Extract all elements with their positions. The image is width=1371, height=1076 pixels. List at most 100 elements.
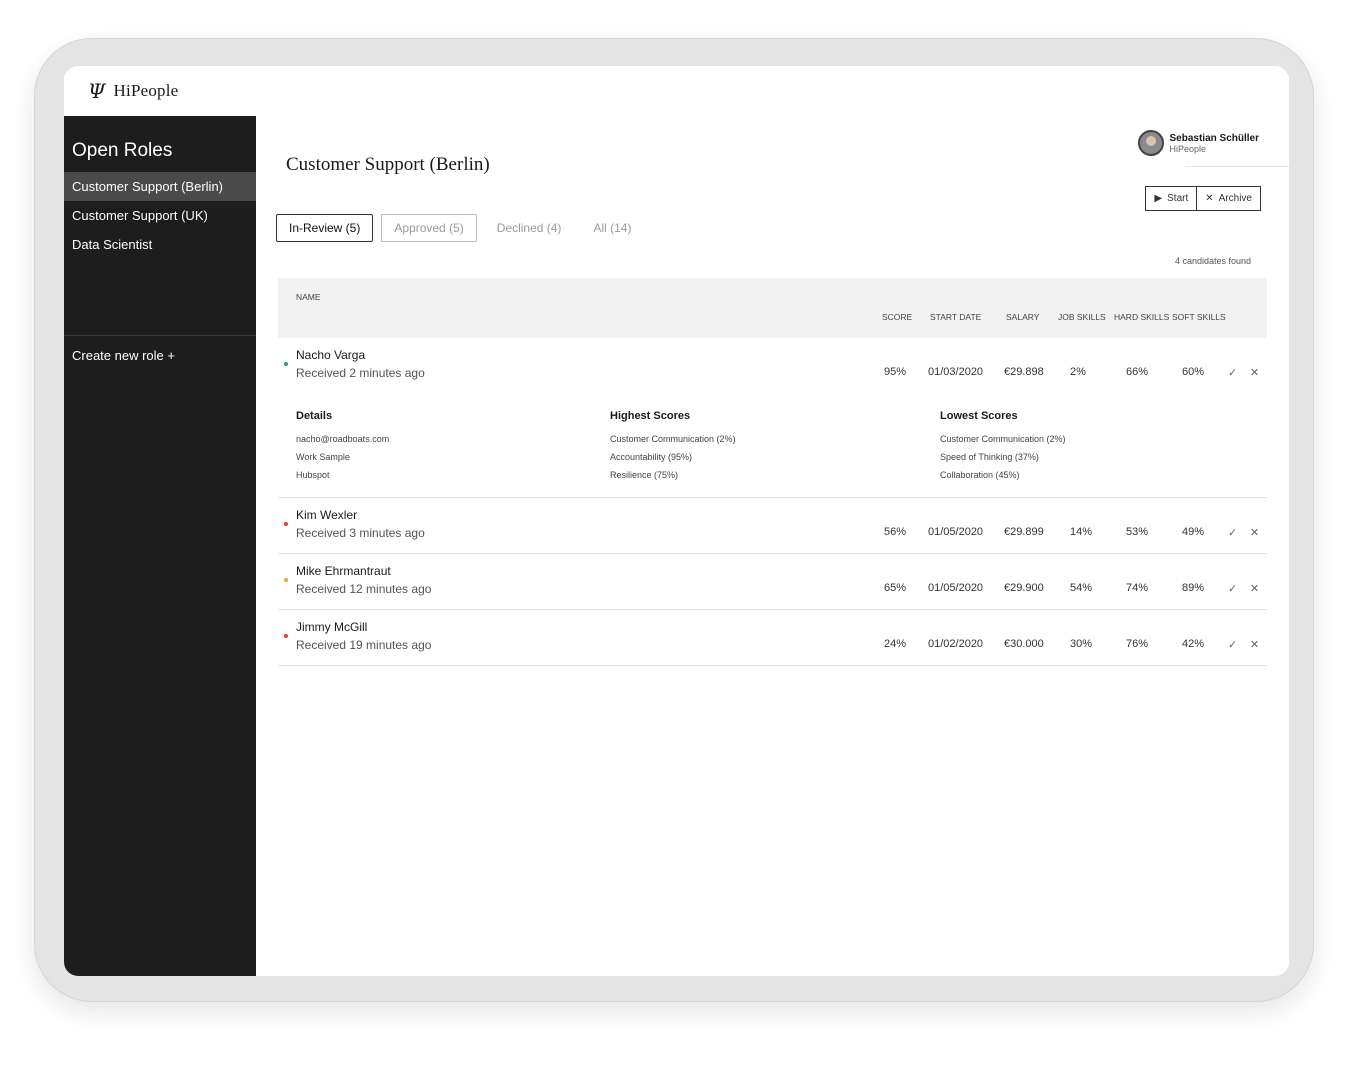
hipeople-logo-icon: Ψ bbox=[88, 79, 106, 103]
highest-scores-column: Highest Scores Customer Communication (2… bbox=[610, 410, 736, 488]
main-content: Sebastian Schüller HiPeople Customer Sup… bbox=[256, 116, 1289, 976]
received-time: Received 2 minutes ago bbox=[296, 366, 425, 380]
highest-score-item: Resilience (75%) bbox=[610, 470, 679, 480]
start-date-cell: 01/05/2020 bbox=[928, 526, 984, 538]
create-role-button[interactable]: Create new role + bbox=[64, 336, 256, 375]
lowest-score-item: Speed of Thinking (37%) bbox=[940, 452, 1039, 462]
hard-skills-cell: 76% bbox=[1126, 638, 1149, 650]
salary-cell: €29.900 bbox=[1004, 582, 1044, 594]
header-salary[interactable]: SALARY bbox=[1006, 312, 1039, 322]
start-button[interactable]: ▶ Start bbox=[1146, 187, 1196, 210]
score-cell: 65% bbox=[884, 582, 907, 594]
score-cell: 56% bbox=[884, 526, 907, 538]
highest-score-item: Customer Communication (2%) bbox=[610, 434, 736, 444]
user-profile[interactable]: Sebastian Schüller HiPeople bbox=[1137, 130, 1259, 156]
header-hard-skills[interactable]: HARD SKILLS bbox=[1114, 312, 1169, 322]
table-header: NAME SCORE START DATE SALARY JOB SKILLS … bbox=[278, 278, 1267, 338]
status-dot bbox=[284, 634, 288, 638]
details-column: Details nacho@roadboats.com Work Sample … bbox=[296, 410, 389, 488]
lowest-score-item: Collaboration (45%) bbox=[940, 470, 1020, 480]
hard-skills-cell: 74% bbox=[1126, 582, 1149, 594]
soft-skills-cell: 42% bbox=[1182, 638, 1205, 650]
status-dot bbox=[284, 522, 288, 526]
start-date-cell: 01/03/2020 bbox=[928, 366, 984, 378]
decline-close-icon[interactable]: ✕ bbox=[1250, 638, 1259, 651]
soft-skills-cell: 60% bbox=[1182, 366, 1205, 378]
salary-cell: €30.000 bbox=[1004, 638, 1044, 650]
detail-work-sample[interactable]: Work Sample bbox=[296, 452, 389, 462]
hard-skills-cell: 53% bbox=[1126, 526, 1149, 538]
header-name[interactable]: NAME bbox=[296, 292, 321, 302]
page-title: Customer Support (Berlin) bbox=[286, 154, 490, 175]
app-screen: Ψ HiPeople Open Roles Customer Support (… bbox=[64, 66, 1289, 976]
tab-all[interactable]: All (14) bbox=[581, 215, 643, 241]
sidebar-title: Open Roles bbox=[72, 140, 173, 161]
soft-skills-cell: 49% bbox=[1182, 526, 1205, 538]
detail-hubspot[interactable]: Hubspot bbox=[296, 470, 389, 480]
approve-check-icon[interactable]: ✓ bbox=[1228, 526, 1237, 539]
archive-button[interactable]: ✕ Archive bbox=[1196, 187, 1260, 210]
user-name: Sebastian Schüller bbox=[1169, 132, 1259, 144]
table-row[interactable]: Mike Ehrmantraut Received 12 minutes ago… bbox=[278, 554, 1267, 610]
table-row[interactable]: Nacho Varga Received 2 minutes ago 95% 0… bbox=[278, 338, 1267, 498]
job-skills-cell: 54% bbox=[1070, 582, 1093, 594]
sidebar-item-customer-support-berlin[interactable]: Customer Support (Berlin) bbox=[64, 172, 256, 201]
candidate-name[interactable]: Jimmy McGill bbox=[296, 620, 367, 634]
tab-approved[interactable]: Approved (5) bbox=[381, 214, 477, 242]
decline-close-icon[interactable]: ✕ bbox=[1250, 366, 1259, 379]
archive-label: Archive bbox=[1218, 193, 1252, 204]
sidebar: Open Roles Customer Support (Berlin) Cus… bbox=[64, 116, 256, 976]
status-dot bbox=[284, 578, 288, 582]
top-bar: Ψ HiPeople bbox=[64, 66, 1289, 116]
candidate-name[interactable]: Mike Ehrmantraut bbox=[296, 564, 391, 578]
table-row[interactable]: Jimmy McGill Received 19 minutes ago 24%… bbox=[278, 610, 1267, 666]
score-cell: 95% bbox=[884, 366, 907, 378]
soft-skills-cell: 89% bbox=[1182, 582, 1205, 594]
job-skills-cell: 30% bbox=[1070, 638, 1093, 650]
start-date-cell: 01/02/2020 bbox=[928, 638, 984, 650]
tablet-frame: Ψ HiPeople Open Roles Customer Support (… bbox=[34, 38, 1314, 1002]
score-cell: 24% bbox=[884, 638, 907, 650]
lowest-scores-column: Lowest Scores Customer Communication (2%… bbox=[940, 410, 1066, 488]
play-icon: ▶ bbox=[1154, 193, 1163, 204]
header-job-skills[interactable]: JOB SKILLS bbox=[1058, 312, 1106, 322]
user-org: HiPeople bbox=[1169, 143, 1207, 154]
received-time: Received 3 minutes ago bbox=[296, 526, 425, 540]
header-score[interactable]: SCORE bbox=[882, 312, 912, 322]
decline-close-icon[interactable]: ✕ bbox=[1250, 526, 1259, 539]
salary-cell: €29.899 bbox=[1004, 526, 1044, 538]
job-skills-cell: 14% bbox=[1070, 526, 1093, 538]
start-label: Start bbox=[1167, 193, 1189, 204]
tab-declined[interactable]: Declined (4) bbox=[485, 215, 574, 241]
header-start-date[interactable]: START DATE bbox=[930, 312, 981, 322]
decline-close-icon[interactable]: ✕ bbox=[1250, 582, 1259, 595]
highest-scores-heading: Highest Scores bbox=[610, 410, 691, 422]
approve-check-icon[interactable]: ✓ bbox=[1228, 582, 1237, 595]
tab-in-review[interactable]: In-Review (5) bbox=[276, 214, 374, 242]
detail-email[interactable]: nacho@roadboats.com bbox=[296, 434, 389, 444]
lowest-score-item: Customer Communication (2%) bbox=[940, 434, 1066, 444]
job-skills-cell: 2% bbox=[1070, 366, 1086, 378]
start-date-cell: 01/05/2020 bbox=[928, 582, 984, 594]
highest-score-item: Accountability (95%) bbox=[610, 452, 693, 462]
salary-cell: €29.898 bbox=[1004, 366, 1044, 378]
avatar bbox=[1137, 130, 1164, 156]
header-soft-skills[interactable]: SOFT SKILLS bbox=[1172, 312, 1226, 322]
sidebar-item-customer-support-uk[interactable]: Customer Support (UK) bbox=[64, 201, 256, 230]
sidebar-item-data-scientist[interactable]: Data Scientist bbox=[64, 230, 256, 259]
table-row[interactable]: Kim Wexler Received 3 minutes ago 56% 01… bbox=[278, 498, 1267, 554]
candidate-name[interactable]: Nacho Varga bbox=[296, 348, 365, 362]
header-divider bbox=[1186, 166, 1289, 167]
received-time: Received 19 minutes ago bbox=[296, 638, 432, 652]
hipeople-logo-text: HiPeople bbox=[113, 81, 179, 100]
status-tabs: In-Review (5) Approved (5) Declined (4) … bbox=[276, 214, 643, 242]
close-icon: ✕ bbox=[1205, 193, 1214, 204]
details-heading: Details bbox=[296, 410, 333, 422]
approve-check-icon[interactable]: ✓ bbox=[1228, 366, 1237, 379]
received-time: Received 12 minutes ago bbox=[296, 582, 432, 596]
role-actions: ▶ Start ✕ Archive bbox=[1145, 186, 1261, 211]
approve-check-icon[interactable]: ✓ bbox=[1228, 638, 1237, 651]
candidate-name[interactable]: Kim Wexler bbox=[296, 508, 357, 522]
candidates-table: NAME SCORE START DATE SALARY JOB SKILLS … bbox=[278, 278, 1267, 666]
lowest-scores-heading: Lowest Scores bbox=[940, 410, 1018, 422]
